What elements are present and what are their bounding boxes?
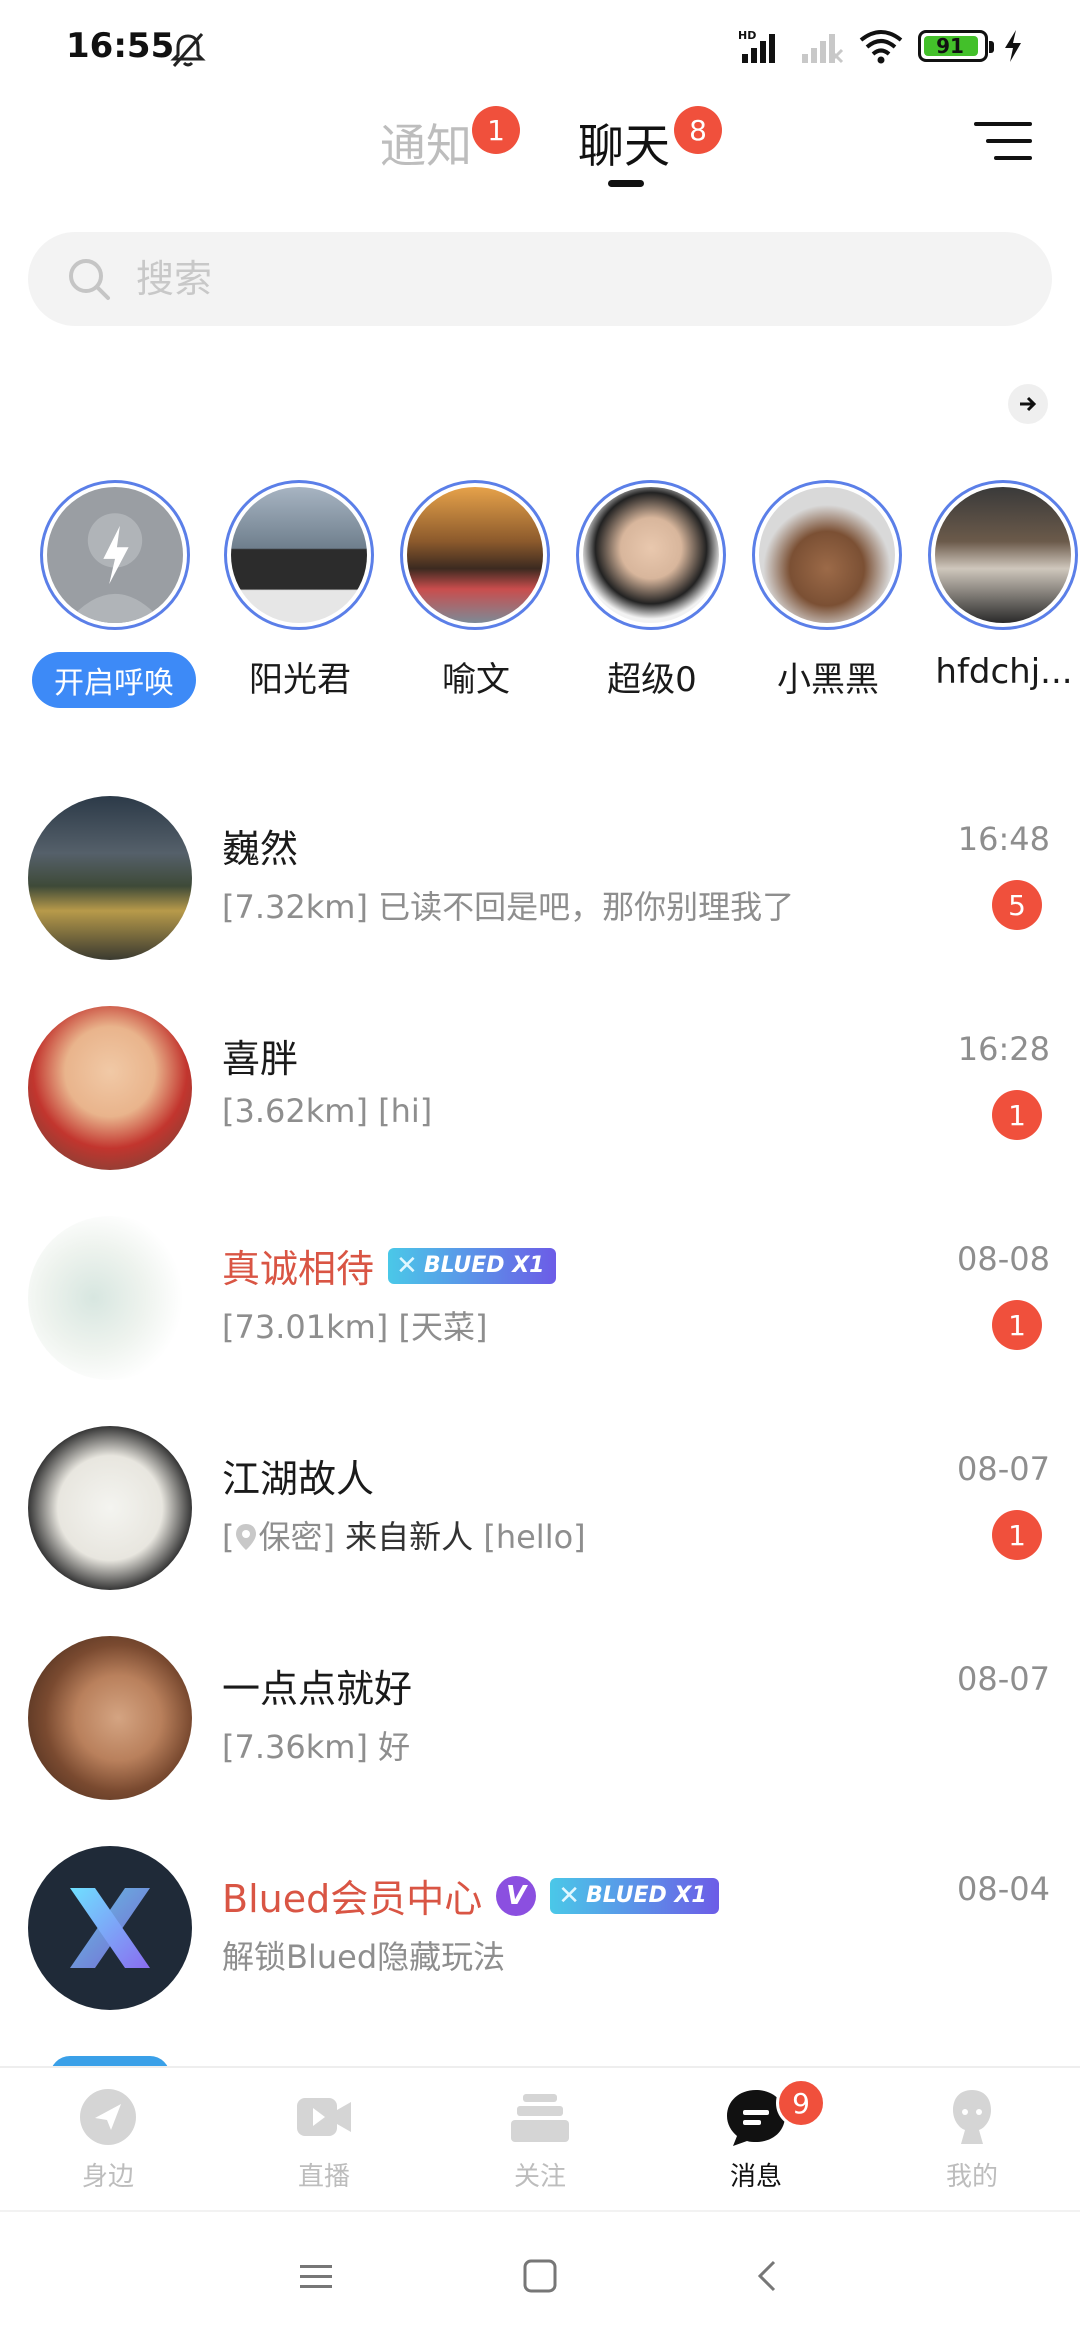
charging-icon bbox=[1005, 30, 1021, 62]
story-name: 小黑黑 bbox=[777, 660, 879, 700]
verified-badge: V bbox=[496, 1875, 537, 1916]
status-time: 16:55 bbox=[66, 26, 175, 66]
chat-row[interactable]: Blued会员中心 V ✕ BLUED X1 解锁Blued隐藏玩法 08-04 bbox=[0, 1840, 1080, 2050]
arrow-right-icon[interactable] bbox=[1008, 384, 1048, 424]
location-pin-icon bbox=[236, 1524, 257, 1550]
chat-badge: 8 bbox=[674, 106, 722, 154]
nav-follow[interactable]: 关注 bbox=[470, 2086, 610, 2206]
avatar bbox=[28, 1636, 192, 1800]
notifications-badge: 1 bbox=[472, 106, 520, 154]
svg-text:HD: HD bbox=[738, 29, 756, 42]
vip-badge: ✕ BLUED X1 bbox=[550, 1877, 719, 1914]
story-name: hfdchj... bbox=[935, 652, 1073, 692]
chat-row[interactable]: 真诚相待 ✕ BLUED X1 [73.01km] [天菜] 08-08 1 bbox=[0, 1210, 1080, 1420]
avatar bbox=[759, 487, 895, 623]
search-input[interactable] bbox=[136, 250, 996, 308]
unread-badge: 1 bbox=[992, 1300, 1042, 1350]
active-tab-indicator bbox=[608, 180, 644, 187]
chat-time: 16:48 bbox=[957, 820, 1050, 858]
messages-badge: 9 bbox=[776, 2078, 826, 2128]
avatar bbox=[28, 1006, 192, 1170]
home-icon[interactable] bbox=[520, 2256, 560, 2296]
tab-notifications[interactable]: 通知 bbox=[380, 110, 472, 176]
chat-time: 08-07 bbox=[957, 1450, 1050, 1488]
avatar bbox=[28, 1846, 192, 2010]
top-tabs: 通知 1 聊天 8 bbox=[0, 90, 1080, 200]
menu-icon[interactable] bbox=[974, 118, 1032, 164]
compass-icon bbox=[80, 2089, 136, 2145]
chat-time: 08-08 bbox=[957, 1240, 1050, 1278]
profile-icon bbox=[953, 2090, 991, 2144]
chat-name: 真诚相待 ✕ BLUED X1 bbox=[222, 1238, 557, 1293]
start-call-button[interactable]: 开启呼唤 bbox=[32, 652, 196, 708]
unread-badge: 1 bbox=[992, 1090, 1042, 1140]
chat-row[interactable]: 喜胖 [3.62km] [hi] 16:28 1 bbox=[0, 1000, 1080, 1210]
chat-time: 08-07 bbox=[957, 1660, 1050, 1698]
avatar bbox=[28, 1426, 192, 1590]
avatar bbox=[231, 487, 367, 623]
search-icon bbox=[69, 259, 110, 300]
signal-2-icon bbox=[802, 34, 844, 64]
chat-row[interactable]: 江湖故人 [保密] 来自新人 [hello] 08-07 1 bbox=[0, 1420, 1080, 1630]
story-name: 超级0 bbox=[607, 660, 697, 700]
chat-name: 一点点就好 bbox=[222, 1667, 413, 1711]
chat-preview: [3.62km] [hi] bbox=[222, 1092, 433, 1130]
wifi-icon bbox=[859, 30, 903, 64]
chat-time: 08-04 bbox=[957, 1870, 1050, 1908]
nav-nearby[interactable]: 身边 bbox=[38, 2086, 178, 2206]
battery-icon: 91 bbox=[918, 30, 994, 62]
video-icon bbox=[297, 2098, 351, 2136]
signal-icon: HD bbox=[738, 29, 775, 63]
status-bar: 16:55 HD 91 bbox=[0, 0, 1080, 90]
avatar bbox=[935, 487, 1071, 623]
chat-time: 16:28 bbox=[957, 1030, 1050, 1068]
stories-row: 开启呼唤 阳光君 喻文 超级0 小黑黑 hfdchj... bbox=[0, 476, 1080, 716]
chat-row[interactable]: 一点点就好 [7.36km] 好 08-07 bbox=[0, 1630, 1080, 1840]
nav-profile[interactable]: 我的 bbox=[902, 2086, 1042, 2206]
story-name: 阳光君 bbox=[249, 660, 351, 700]
tab-chat[interactable]: 聊天 bbox=[578, 110, 670, 176]
chat-preview: [73.01km] [天菜] bbox=[222, 1308, 488, 1346]
chat-preview: [7.32km] 已读不回是吧，那你别理我了 bbox=[222, 888, 795, 926]
bottom-nav: 身边 直播 关注 消息 9 我的 bbox=[0, 2066, 1080, 2210]
default-avatar bbox=[47, 487, 183, 623]
avatar bbox=[583, 487, 719, 623]
chat-row[interactable]: 巍然 [7.32km] 已读不回是吧，那你别理我了 16:48 5 bbox=[0, 790, 1080, 1000]
recent-apps-icon[interactable] bbox=[296, 2256, 336, 2296]
avatar bbox=[28, 1216, 192, 1380]
nav-messages[interactable]: 消息 9 bbox=[686, 2078, 826, 2206]
stack-icon bbox=[511, 2094, 569, 2142]
search-bar[interactable] bbox=[28, 232, 1052, 326]
back-icon[interactable] bbox=[748, 2256, 788, 2296]
avatar bbox=[28, 796, 192, 960]
status-icons: HD 91 bbox=[738, 28, 1024, 64]
nav-live[interactable]: 直播 bbox=[254, 2086, 394, 2206]
chat-preview: [7.36km] 好 bbox=[222, 1728, 411, 1766]
story-name: 喻文 bbox=[442, 660, 510, 700]
avatar bbox=[407, 487, 543, 623]
vip-badge: ✕ BLUED X1 bbox=[388, 1247, 557, 1284]
unread-badge: 5 bbox=[992, 880, 1042, 930]
chat-name: 喜胖 bbox=[222, 1037, 299, 1081]
chat-name: 江湖故人 bbox=[222, 1457, 375, 1501]
bell-off-icon bbox=[170, 33, 206, 67]
chat-preview: 解锁Blued隐藏玩法 bbox=[222, 1938, 506, 1976]
chat-preview: [保密] 来自新人 [hello] bbox=[222, 1518, 586, 1556]
unread-badge: 1 bbox=[992, 1510, 1042, 1560]
chat-name: Blued会员中心 V ✕ BLUED X1 bbox=[222, 1868, 719, 1923]
system-nav bbox=[0, 2210, 1080, 2340]
chat-name: 巍然 bbox=[222, 827, 299, 871]
